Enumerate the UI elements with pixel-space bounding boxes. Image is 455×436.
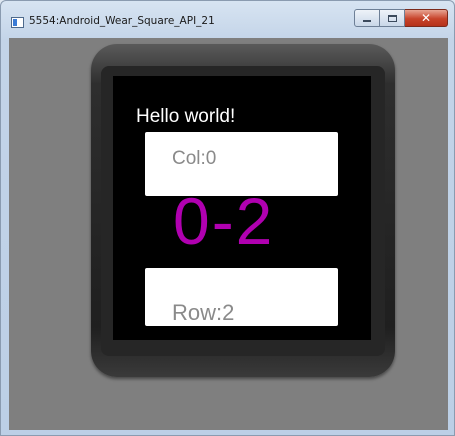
emulator-client-area: Hello world! 0-2 Col:0 Row:2 [9, 38, 448, 430]
watch-screen[interactable]: Hello world! 0-2 Col:0 Row:2 [113, 76, 371, 340]
emulator-window: 5554:Android_Wear_Square_API_21 ✕ Hello … [0, 0, 455, 436]
maximize-icon [387, 14, 397, 22]
column-card[interactable]: Col:0 [145, 132, 338, 196]
column-card-text: Col:0 [172, 148, 217, 169]
minimize-button[interactable] [354, 9, 380, 27]
grid-position-label: 0-2 [173, 184, 275, 258]
title-bar[interactable]: 5554:Android_Wear_Square_API_21 ✕ [1, 1, 454, 39]
close-icon: ✕ [420, 11, 432, 25]
hello-text: Hello world! [136, 106, 236, 127]
app-window-icon[interactable] [11, 17, 24, 28]
minimize-icon [363, 20, 371, 22]
row-card-text: Row:2 [172, 300, 235, 325]
window-title: 5554:Android_Wear_Square_API_21 [29, 15, 215, 27]
window-controls: ✕ [354, 9, 448, 29]
close-button[interactable]: ✕ [405, 9, 448, 27]
maximize-button[interactable] [380, 9, 405, 27]
row-card[interactable]: Row:2 [145, 268, 338, 326]
